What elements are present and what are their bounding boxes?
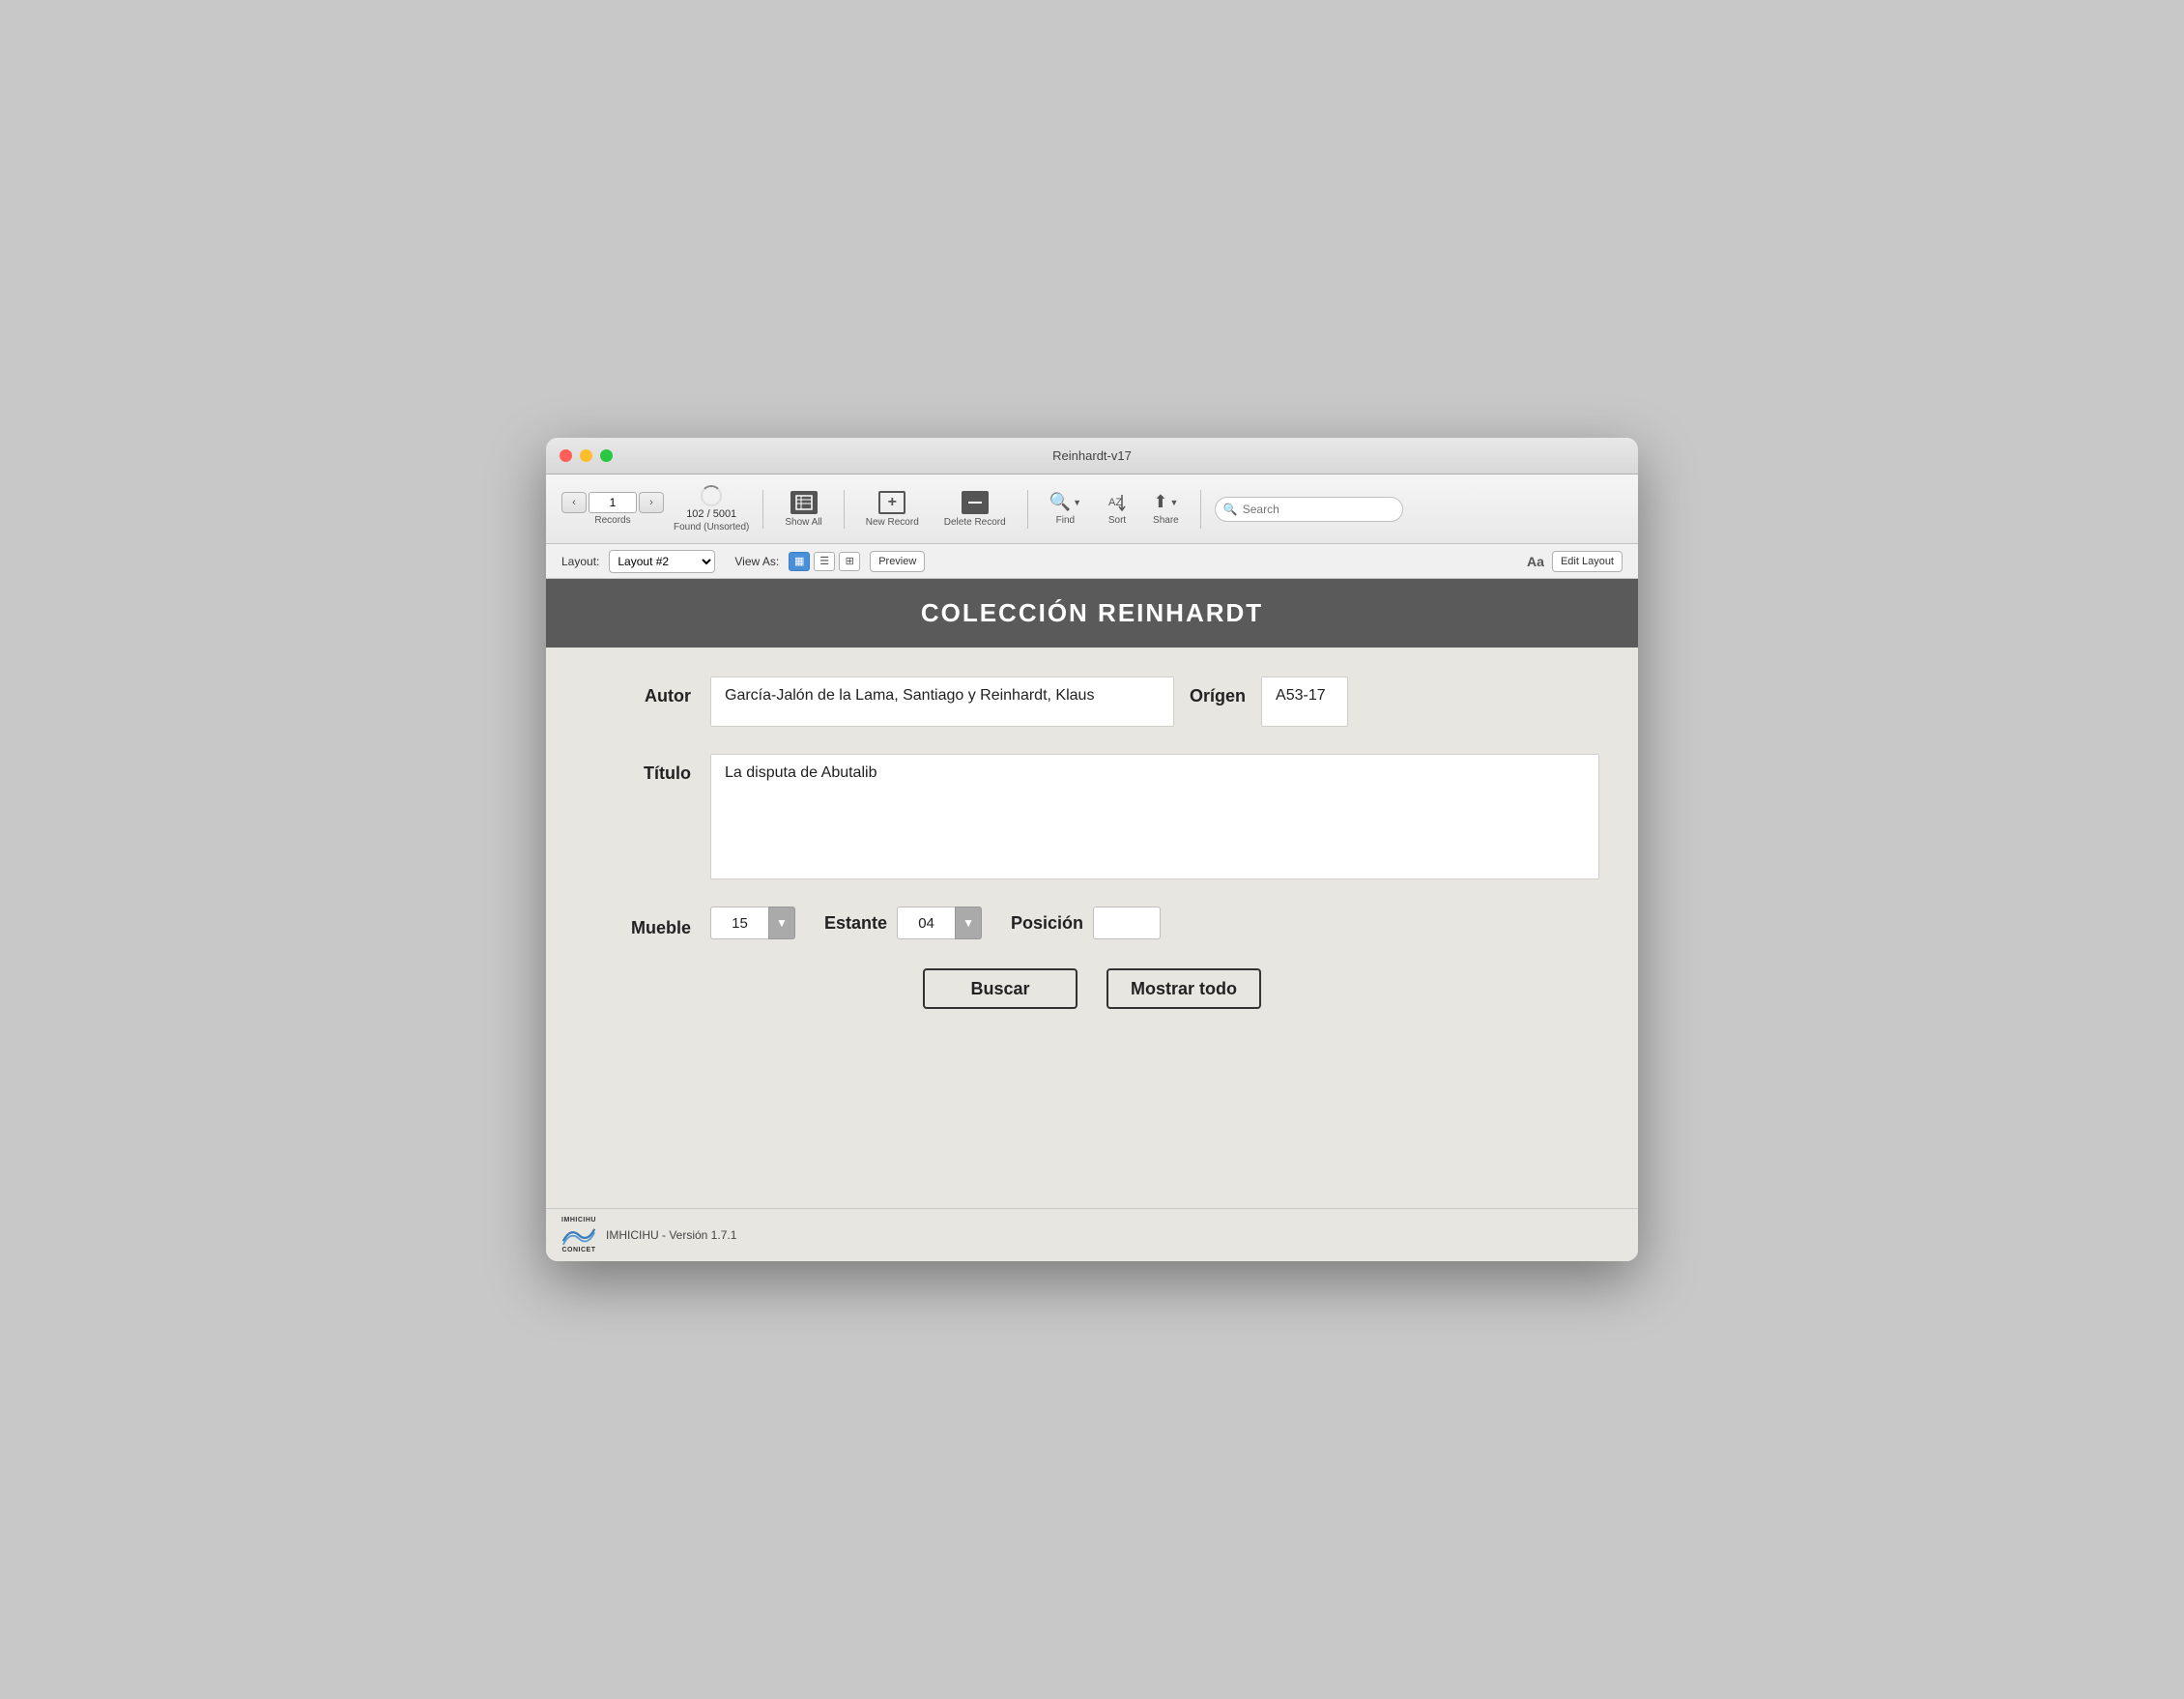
magnifier-icon: 🔍 [1049, 492, 1071, 512]
delete-record-button[interactable]: Delete Record [936, 487, 1014, 532]
preview-button[interactable]: Preview [870, 551, 925, 572]
main-content: COLECCIÓN REINHARDT Autor García-Jalón d… [546, 579, 1638, 1208]
find-label: Find [1056, 515, 1075, 526]
layout-label: Layout: [561, 555, 599, 568]
show-all-label: Show All [785, 517, 821, 528]
show-all-button[interactable]: Show All [777, 487, 829, 532]
collection-header: COLECCIÓN REINHARDT [546, 579, 1638, 648]
list-view-button[interactable]: ☰ [814, 552, 835, 571]
main-window: Reinhardt-v17 ‹ › Records 102 / 5001 Fou… [546, 438, 1638, 1261]
share-icon: ⬆ [1153, 492, 1167, 512]
font-icon: Aa [1527, 554, 1544, 569]
titulo-field[interactable]: La disputa de Abutalib [710, 754, 1599, 879]
find-button[interactable]: 🔍 ▼ Find [1042, 488, 1089, 530]
show-all-icon [790, 491, 818, 514]
new-record-button[interactable]: + New Record [858, 487, 927, 532]
mueble-row: Mueble ▼ Estante ▼ Posición [585, 907, 1599, 939]
share-button[interactable]: ⬆ ▼ Share [1145, 488, 1187, 530]
find-icon-row: 🔍 ▼ [1049, 492, 1081, 512]
status-bar: IMHICIHU CONICET IMHICIHU - Versión 1.7.… [546, 1208, 1638, 1261]
toolbar: ‹ › Records 102 / 5001 Found (Unsorted) [546, 475, 1638, 544]
version-text: IMHICIHU - Versión 1.7.1 [606, 1228, 736, 1242]
mueble-dropdown: ▼ [710, 907, 795, 939]
mueble-label: Mueble [585, 908, 710, 938]
new-record-label: New Record [866, 517, 919, 528]
search-input[interactable] [1215, 497, 1403, 522]
mueble-input[interactable] [710, 907, 768, 939]
close-button[interactable] [560, 449, 572, 462]
navigation-group: ‹ › Records [561, 492, 664, 526]
view-icons-group: ▦ ☰ ⊞ [789, 552, 860, 571]
buscar-button[interactable]: Buscar [923, 968, 1078, 1009]
find-dropdown-arrow: ▼ [1073, 498, 1081, 507]
estante-input[interactable] [897, 907, 955, 939]
found-label: Found (Unsorted) [674, 522, 749, 533]
prev-record-button[interactable]: ‹ [561, 492, 587, 513]
sort-button[interactable]: AZ Sort [1099, 489, 1135, 530]
autor-origen-group: García-Jalón de la Lama, Santiago y Rein… [710, 677, 1348, 727]
loading-spinner [701, 485, 722, 506]
titlebar: Reinhardt-v17 [546, 438, 1638, 475]
form-view-button[interactable]: ▦ [789, 552, 810, 571]
record-count: 102 / 5001 [686, 508, 736, 520]
search-icon: 🔍 [1223, 503, 1238, 516]
divider-3 [1027, 490, 1028, 529]
next-record-button[interactable]: › [639, 492, 664, 513]
window-controls [560, 449, 613, 462]
origen-label: Orígen [1174, 677, 1261, 716]
layout-selector[interactable]: Layout #2 [609, 550, 715, 573]
divider-1 [762, 490, 763, 529]
divider-2 [844, 490, 845, 529]
autor-row: Autor García-Jalón de la Lama, Santiago … [585, 677, 1599, 727]
collection-title: COLECCIÓN REINHARDT [921, 598, 1263, 627]
maximize-button[interactable] [600, 449, 613, 462]
delete-record-label: Delete Record [944, 517, 1006, 528]
found-group: 102 / 5001 Found (Unsorted) [674, 485, 749, 533]
table-view-button[interactable]: ⊞ [839, 552, 860, 571]
buttons-row: Buscar Mostrar todo [585, 968, 1599, 1028]
logo-top-text: IMHICIHU [561, 1217, 596, 1224]
autor-label: Autor [585, 677, 710, 706]
titulo-row: Título La disputa de Abutalib [585, 754, 1599, 879]
share-dropdown-arrow: ▼ [1169, 498, 1178, 507]
sort-icon: AZ [1106, 493, 1128, 512]
minimize-button[interactable] [580, 449, 592, 462]
logo-svg [561, 1224, 596, 1247]
share-label: Share [1153, 515, 1179, 526]
nav-controls: ‹ › [561, 492, 664, 513]
view-as-label: View As: [734, 555, 779, 568]
delete-record-icon [962, 491, 989, 514]
sort-label: Sort [1108, 515, 1126, 526]
records-label: Records [594, 515, 630, 526]
estante-label: Estante [824, 913, 887, 934]
titulo-label: Título [585, 754, 710, 784]
imhicihu-logo: IMHICIHU CONICET [561, 1217, 596, 1253]
window-title: Reinhardt-v17 [1052, 448, 1132, 463]
mueble-arrow[interactable]: ▼ [768, 907, 795, 939]
record-number-input[interactable] [589, 492, 637, 513]
divider-4 [1200, 490, 1201, 529]
autor-field[interactable]: García-Jalón de la Lama, Santiago y Rein… [710, 677, 1174, 727]
posicion-input[interactable] [1093, 907, 1161, 939]
share-icon-row: ⬆ ▼ [1153, 492, 1178, 512]
search-wrapper: 🔍 [1215, 497, 1623, 522]
estante-arrow[interactable]: ▼ [955, 907, 982, 939]
form-area: Autor García-Jalón de la Lama, Santiago … [546, 648, 1638, 1208]
edit-layout-button[interactable]: Edit Layout [1552, 551, 1623, 572]
origen-field[interactable]: A53-17 [1261, 677, 1348, 727]
svg-text:AZ: AZ [1108, 497, 1122, 508]
layoutbar-right: Aa Edit Layout [1527, 551, 1623, 572]
new-record-icon: + [878, 491, 905, 514]
posicion-label: Posición [1011, 913, 1083, 934]
mostrar-todo-button[interactable]: Mostrar todo [1106, 968, 1261, 1009]
layout-bar: Layout: Layout #2 View As: ▦ ☰ ⊞ Preview… [546, 544, 1638, 579]
estante-dropdown: ▼ [897, 907, 982, 939]
logo-bottom-text: CONICET [562, 1247, 596, 1253]
